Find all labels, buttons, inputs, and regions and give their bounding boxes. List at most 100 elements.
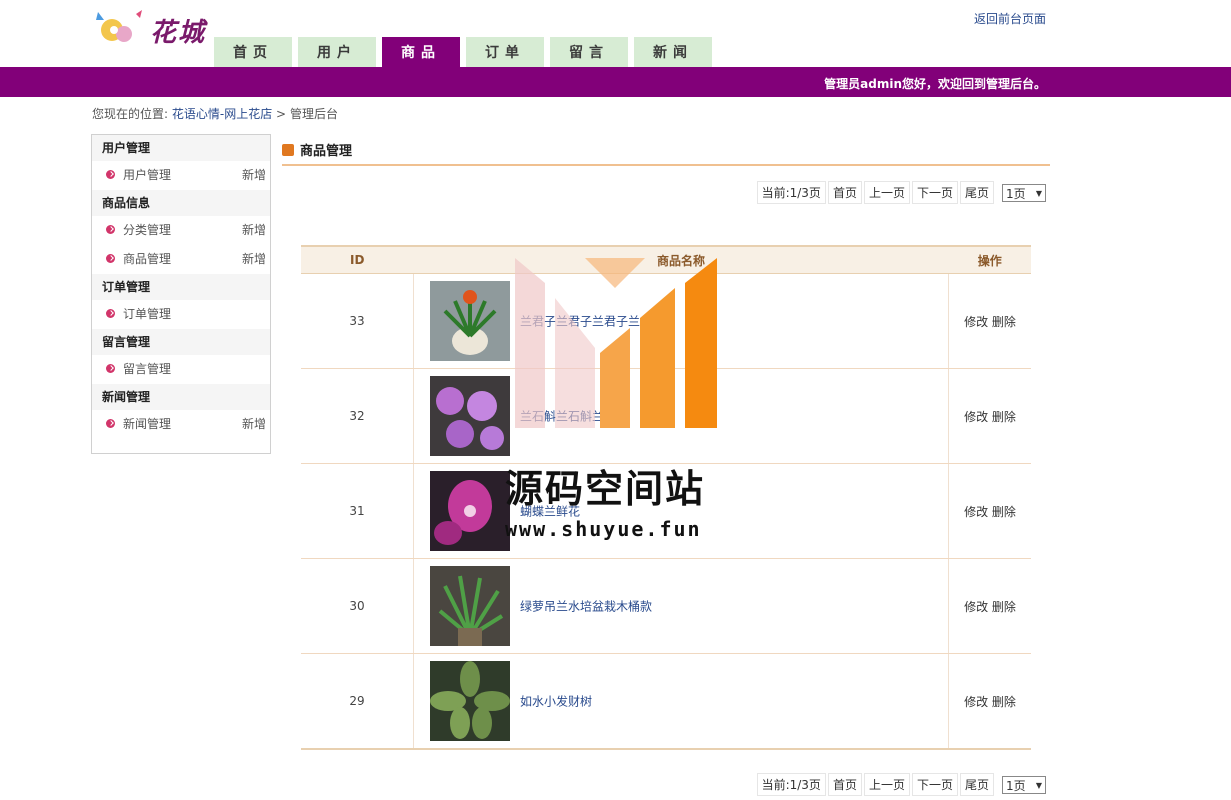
header-banner: 管理员admin您好，欢迎回到管理后台。 [0,67,1231,97]
delete-link[interactable]: 删除 [992,505,1016,519]
product-thumbnail[interactable] [430,661,510,741]
breadcrumb-current: 管理后台 [289,107,338,121]
pager-first-link[interactable]: 首页 [827,773,862,796]
pager-top: 当前:1/3页 首页 上一页 下一页 尾页 1页 [755,181,1046,204]
sidebar-add-link[interactable]: 新增 [242,410,266,439]
logo: 花城 [92,6,212,48]
product-name-cell: 如水小发财树 [413,653,949,750]
table-row: 29 如水小发财树 修改 删除 [301,653,1031,750]
pager-prev-link[interactable]: 上一页 [863,181,910,204]
product-name-link[interactable]: 兰石斛兰石斛兰石斛 [520,410,628,424]
table-row: 30 绿萝吊兰水培盆栽木桶款 修改 删除 [301,558,1031,654]
logo-text: 花城 [150,18,207,48]
sidebar-add-link[interactable]: 新增 [242,245,266,274]
sidebar-item-order-manage[interactable]: 订单管理 [92,300,270,329]
arrow-circle-icon [106,254,115,263]
product-id: 33 [301,273,414,369]
tab-messages[interactable]: 留言 [550,37,628,67]
tab-products[interactable]: 商品 [382,37,460,67]
arrow-circle-icon [106,225,115,234]
product-name-cell: 蝴蝶兰鲜花 [413,463,949,559]
welcome-text: 管理员admin您好，欢迎回到管理后台。 [824,77,1046,91]
sidebar-item-message-manage[interactable]: 留言管理 [92,355,270,384]
pager-prev-link[interactable]: 上一页 [863,773,910,796]
tab-users[interactable]: 用户 [298,37,376,67]
delete-link[interactable]: 删除 [992,600,1016,614]
sidebar-add-link[interactable]: 新增 [242,161,266,190]
table-row: 32 兰石斛兰石斛兰石斛 修改 删除 [301,368,1031,464]
arrow-circle-icon [106,309,115,318]
pager-bottom: 当前:1/3页 首页 上一页 下一页 尾页 1页 [755,773,1046,796]
sidebar-group-title: 订单管理 [92,274,270,300]
back-to-frontend-link[interactable]: 返回前台页面 [974,10,1046,27]
pager-status: 当前:1/3页 [756,181,826,204]
row-actions: 修改 删除 [948,558,1031,654]
pager-last-link[interactable]: 尾页 [959,181,994,204]
product-table: ID 商品名称 操作 33 兰君子兰君子兰君子兰 修改 删除 32 兰石斛兰石斛… [301,245,1031,750]
sidebar-item-news-manage[interactable]: 新闻管理 新增 [92,410,270,439]
breadcrumb-site-link[interactable]: 花语心情-网上花店 [172,107,272,121]
column-header-id: ID [301,245,414,274]
product-name-link[interactable]: 蝴蝶兰鲜花 [520,505,580,519]
sidebar-group-title: 商品信息 [92,190,270,216]
table-row: 31 蝴蝶兰鲜花 修改 删除 [301,463,1031,559]
sidebar-item-user-manage[interactable]: 用户管理 新增 [92,161,270,190]
sidebar-item-category-manage[interactable]: 分类管理 新增 [92,216,270,245]
section-header: 商品管理 [282,140,1050,166]
edit-link[interactable]: 修改 [964,505,988,519]
pager-first-link[interactable]: 首页 [827,181,862,204]
delete-link[interactable]: 删除 [992,315,1016,329]
delete-link[interactable]: 删除 [992,410,1016,424]
edit-link[interactable]: 修改 [964,695,988,709]
pager-next-link[interactable]: 下一页 [911,181,958,204]
row-actions: 修改 删除 [948,463,1031,559]
breadcrumb: 您现在的位置: 花语心情-网上花店 > 管理后台 [92,105,338,122]
page-select[interactable]: 1页 [1002,183,1046,203]
sidebar-item-label[interactable]: 新闻管理 [123,417,171,431]
column-header-name: 商品名称 [413,245,949,274]
product-name-link[interactable]: 兰君子兰君子兰君子兰 [520,315,640,329]
breadcrumb-prefix: 您现在的位置: [92,107,169,121]
sidebar-item-product-manage[interactable]: 商品管理 新增 [92,245,270,274]
edit-link[interactable]: 修改 [964,600,988,614]
product-thumbnail[interactable] [430,471,510,551]
product-thumbnail[interactable] [430,281,510,361]
sidebar-item-label[interactable]: 用户管理 [123,168,171,182]
main-nav: 首页 用户 商品 订单 留言 新闻 [214,37,718,67]
sidebar: 用户管理 用户管理 新增 商品信息 分类管理 新增 商品管理 新增 订单管理 订… [91,134,271,454]
product-thumbnail[interactable] [430,376,510,456]
sidebar-group-title: 新闻管理 [92,384,270,410]
sidebar-item-label[interactable]: 留言管理 [123,362,171,376]
breadcrumb-separator: > [276,107,287,121]
logo-flower-icon [96,10,142,42]
pager-last-link[interactable]: 尾页 [959,773,994,796]
page-title: 商品管理 [300,144,353,159]
edit-link[interactable]: 修改 [964,315,988,329]
product-id: 30 [301,558,414,654]
tab-orders[interactable]: 订单 [466,37,544,67]
sidebar-group-title: 用户管理 [92,135,270,161]
arrow-circle-icon [106,170,115,179]
arrow-circle-icon [106,419,115,428]
product-thumbnail[interactable] [430,566,510,646]
page-select[interactable]: 1页 [1002,775,1046,795]
tab-news[interactable]: 新闻 [634,37,712,67]
column-header-ops: 操作 [948,245,1031,274]
sidebar-add-link[interactable]: 新增 [242,216,266,245]
delete-link[interactable]: 删除 [992,695,1016,709]
row-actions: 修改 删除 [948,653,1031,750]
product-name-cell: 兰石斛兰石斛兰石斛 [413,368,949,464]
table-header-row: ID 商品名称 操作 [301,245,1031,274]
row-actions: 修改 删除 [948,368,1031,464]
product-name-link[interactable]: 绿萝吊兰水培盆栽木桶款 [520,600,652,614]
tab-home[interactable]: 首页 [214,37,292,67]
section-icon [282,144,294,156]
edit-link[interactable]: 修改 [964,410,988,424]
sidebar-item-label[interactable]: 分类管理 [123,223,171,237]
sidebar-item-label[interactable]: 商品管理 [123,252,171,266]
product-name-cell: 绿萝吊兰水培盆栽木桶款 [413,558,949,654]
product-name-link[interactable]: 如水小发财树 [520,695,592,709]
sidebar-item-label[interactable]: 订单管理 [123,307,171,321]
row-actions: 修改 删除 [948,273,1031,369]
pager-next-link[interactable]: 下一页 [911,773,958,796]
